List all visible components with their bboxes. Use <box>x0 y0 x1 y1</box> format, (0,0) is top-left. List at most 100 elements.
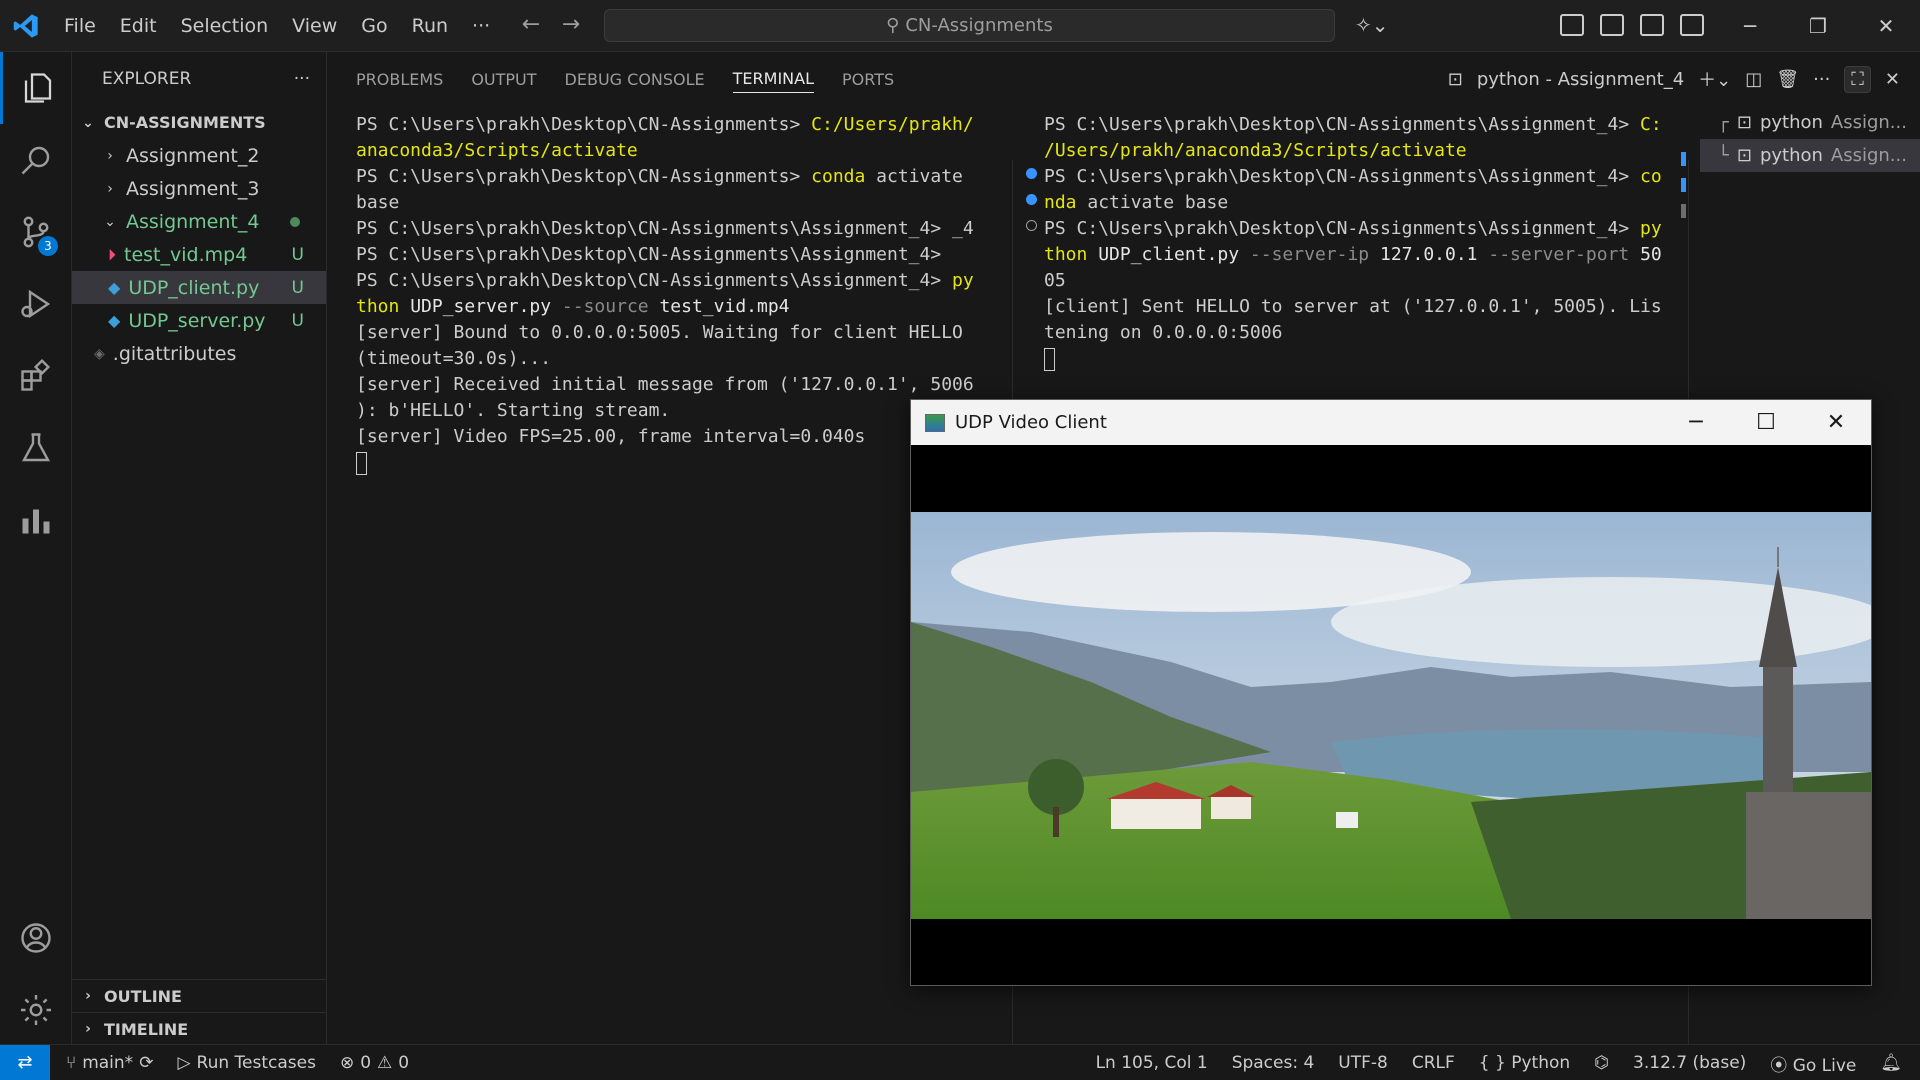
explorer-more-button[interactable]: ··· <box>294 69 310 89</box>
scrollbar-marker <box>1681 178 1686 192</box>
terminal-right[interactable]: PS C:\Users\prakh\Desktop\CN-Assignments… <box>1044 112 1662 372</box>
folder-assignment-2[interactable]: › Assignment_2 <box>72 139 326 172</box>
sync-icon[interactable]: ⟳ <box>139 1053 153 1073</box>
tab-output[interactable]: OUTPUT <box>471 66 536 93</box>
title-bar: File Edit Selection View Go Run ··· ← → … <box>0 0 1920 52</box>
problems-indicator[interactable]: ⊗ 0 ⚠ 0 <box>340 1053 409 1073</box>
testing-icon[interactable] <box>0 412 72 484</box>
go-live-button[interactable]: ⦿ Go Live <box>1770 1051 1856 1076</box>
video-frame <box>911 512 1871 919</box>
forward-arrow-icon[interactable]: → <box>558 12 584 37</box>
menu-run[interactable]: Run <box>400 0 460 52</box>
outline-section[interactable]: › OUTLINE <box>72 979 326 1012</box>
minimize-icon[interactable]: ─ <box>1661 400 1731 445</box>
landscape-video-frame <box>911 512 1871 919</box>
copilot-icon[interactable]: ✧⌄ <box>1355 13 1389 37</box>
timeline-section[interactable]: › TIMELINE <box>72 1012 326 1045</box>
python-interpreter[interactable]: 3.12.7 (base) <box>1633 1053 1746 1073</box>
account-icon[interactable] <box>0 902 72 974</box>
tab-terminal[interactable]: TERMINAL <box>732 65 815 93</box>
udp-video-client-window[interactable]: UDP Video Client ─ ☐ ✕ <box>910 399 1872 986</box>
maximize-panel-icon[interactable]: ⛶ <box>1844 65 1871 93</box>
udp-window-titlebar[interactable]: UDP Video Client ─ ☐ ✕ <box>911 400 1871 445</box>
notifications-bell-icon[interactable]: 🔔︎ <box>1880 1053 1902 1073</box>
close-icon[interactable]: ✕ <box>1852 0 1920 52</box>
chevron-down-icon: ⌄ <box>104 213 116 230</box>
toggle-panel-icon[interactable] <box>1640 14 1664 36</box>
source-control-icon[interactable]: 3 <box>0 196 72 268</box>
menu-file[interactable]: File <box>52 0 108 52</box>
run-testcases-button[interactable]: ▷ Run Testcases <box>177 1053 316 1073</box>
scrollbar-marker <box>1681 152 1686 166</box>
tab-debug-console[interactable]: DEBUG CONSOLE <box>565 66 705 93</box>
indentation[interactable]: Spaces: 4 <box>1232 1053 1315 1073</box>
video-file-icon: ⏵ <box>108 244 117 264</box>
explorer-title: EXPLORER <box>102 69 192 89</box>
panel-more-icon[interactable]: ··· <box>1813 69 1830 90</box>
tab-problems[interactable]: PROBLEMS <box>356 66 443 93</box>
maximize-icon[interactable]: ☐ <box>1731 400 1801 445</box>
terminal-tab-1[interactable]: ┌ ⊡ python Assign... <box>1700 106 1920 139</box>
play-icon: ▷ <box>177 1052 191 1073</box>
kill-terminal-icon[interactable]: 🗑 <box>1776 69 1799 90</box>
folder-assignment-3[interactable]: › Assignment_3 <box>72 172 326 205</box>
settings-gear-icon[interactable] <box>0 974 72 1046</box>
extensions-icon[interactable] <box>0 340 72 412</box>
explorer-icon[interactable] <box>0 52 72 124</box>
status-bar: ⇄ ⑂ main* ⟳ ▷ Run Testcases ⊗ 0 ⚠ 0 Ln 1… <box>0 1044 1920 1080</box>
encoding[interactable]: UTF-8 <box>1338 1053 1388 1073</box>
file-udp-server[interactable]: ◆ UDP_server.py U <box>72 304 326 337</box>
minimize-icon[interactable]: ─ <box>1716 0 1784 52</box>
charts-icon[interactable] <box>0 484 72 556</box>
chevron-right-icon: › <box>85 988 91 1004</box>
menu-edit[interactable]: Edit <box>108 0 169 52</box>
scm-badge: 3 <box>38 236 58 256</box>
chevron-right-icon: › <box>107 180 113 197</box>
git-file-icon: ◈ <box>94 345 105 362</box>
restore-icon[interactable]: ❐ <box>1784 0 1852 52</box>
close-panel-icon[interactable]: ✕ <box>1885 69 1900 90</box>
file-udp-client[interactable]: ◆ UDP_client.py U <box>72 271 326 304</box>
command-decoration <box>1026 168 1037 179</box>
menu-selection[interactable]: Selection <box>169 0 281 52</box>
terminal-tab-2[interactable]: └ ⊡ python Assign... <box>1700 139 1920 172</box>
copilot-status-icon[interactable]: ⌬ <box>1594 1053 1609 1073</box>
workspace-root[interactable]: ⌄ CN-ASSIGNMENTS <box>72 106 326 139</box>
toggle-secondary-sidebar-icon[interactable] <box>1680 14 1704 36</box>
customize-layout-icon[interactable] <box>1560 14 1584 36</box>
toggle-primary-sidebar-icon[interactable] <box>1600 14 1624 36</box>
cursor-position[interactable]: Ln 105, Col 1 <box>1096 1053 1208 1073</box>
terminal-icon: ⊡ <box>1736 145 1752 166</box>
terminal-title[interactable]: python - Assignment_4 <box>1477 69 1684 90</box>
new-terminal-icon[interactable]: ＋⌄ <box>1698 66 1731 92</box>
scrollbar-marker <box>1681 204 1686 218</box>
folder-assignment-4[interactable]: ⌄ Assignment_4 <box>72 205 326 238</box>
terminal-left[interactable]: PS C:\Users\prakh\Desktop\CN-Assignments… <box>356 112 974 476</box>
chevron-right-icon: › <box>107 147 113 164</box>
command-decoration <box>1026 194 1037 205</box>
menu-more[interactable]: ··· <box>460 0 502 52</box>
command-decoration <box>1026 220 1037 231</box>
vscode-logo-icon <box>13 14 38 38</box>
terminal-cursor <box>1044 347 1055 371</box>
language-mode[interactable]: { } Python <box>1479 1053 1570 1073</box>
close-icon[interactable]: ✕ <box>1801 400 1871 445</box>
file-test-vid[interactable]: ⏵ test_vid.mp4 U <box>72 238 326 271</box>
menu-go[interactable]: Go <box>349 0 399 52</box>
menu-bar: File Edit Selection View Go Run ··· <box>52 0 502 52</box>
chevron-right-icon: › <box>85 1021 91 1037</box>
file-gitattributes[interactable]: ◈ .gitattributes <box>72 337 326 370</box>
tree-connector-icon: └ <box>1718 145 1729 166</box>
command-center-search[interactable]: ⚲ CN-Assignments <box>604 9 1335 42</box>
end-of-line[interactable]: CRLF <box>1412 1053 1455 1073</box>
search-icon[interactable] <box>0 124 72 196</box>
menu-view[interactable]: View <box>280 0 349 52</box>
remote-indicator-icon[interactable]: ⇄ <box>0 1044 50 1080</box>
split-terminal-icon[interactable]: ◫ <box>1745 69 1762 90</box>
back-arrow-icon[interactable]: ← <box>518 12 544 37</box>
branch-item[interactable]: ⑂ main* ⟳ <box>66 1053 153 1073</box>
tab-ports[interactable]: PORTS <box>842 66 894 93</box>
udp-window-title: UDP Video Client <box>955 412 1107 433</box>
run-debug-icon[interactable] <box>0 268 72 340</box>
terminal-icon: ⊡ <box>1447 68 1463 90</box>
